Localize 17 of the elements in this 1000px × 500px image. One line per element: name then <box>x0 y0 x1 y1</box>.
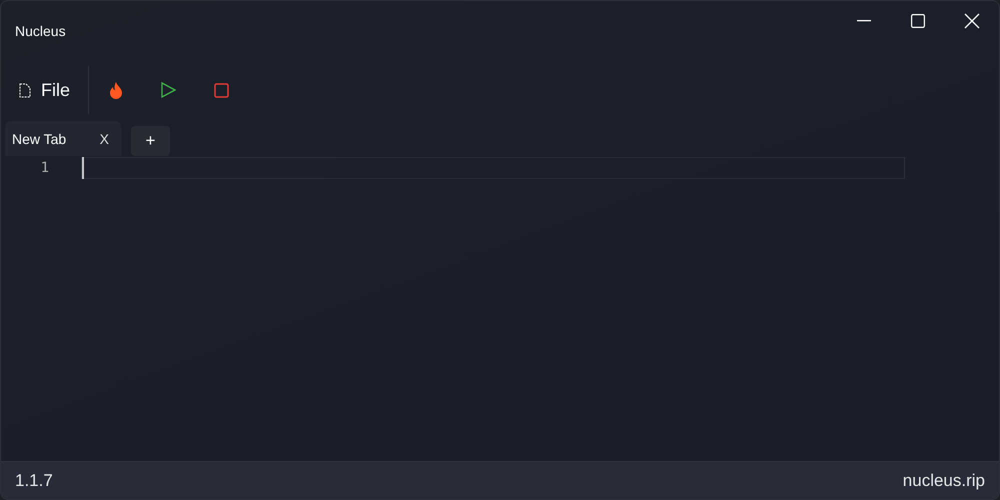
tab-close-button[interactable]: X <box>96 130 113 146</box>
text-cursor <box>82 156 84 178</box>
window-title: Nucleus <box>15 23 67 39</box>
new-tab-button[interactable]: + <box>131 126 170 156</box>
maximize-icon <box>911 14 925 28</box>
flame-icon <box>108 82 123 98</box>
tab-label: New Tab <box>12 130 68 146</box>
editor-tab[interactable]: New Tab X <box>5 121 121 156</box>
version-label: 1.1.7 <box>15 470 53 490</box>
stop-icon <box>214 82 230 98</box>
line-number: 1 <box>40 160 49 176</box>
file-menu-button[interactable]: File <box>1 66 90 114</box>
close-icon <box>964 13 980 29</box>
website-label: nucleus.rip <box>902 470 985 490</box>
minimize-icon <box>857 20 871 22</box>
document-icon <box>19 82 31 98</box>
play-icon <box>161 82 176 98</box>
